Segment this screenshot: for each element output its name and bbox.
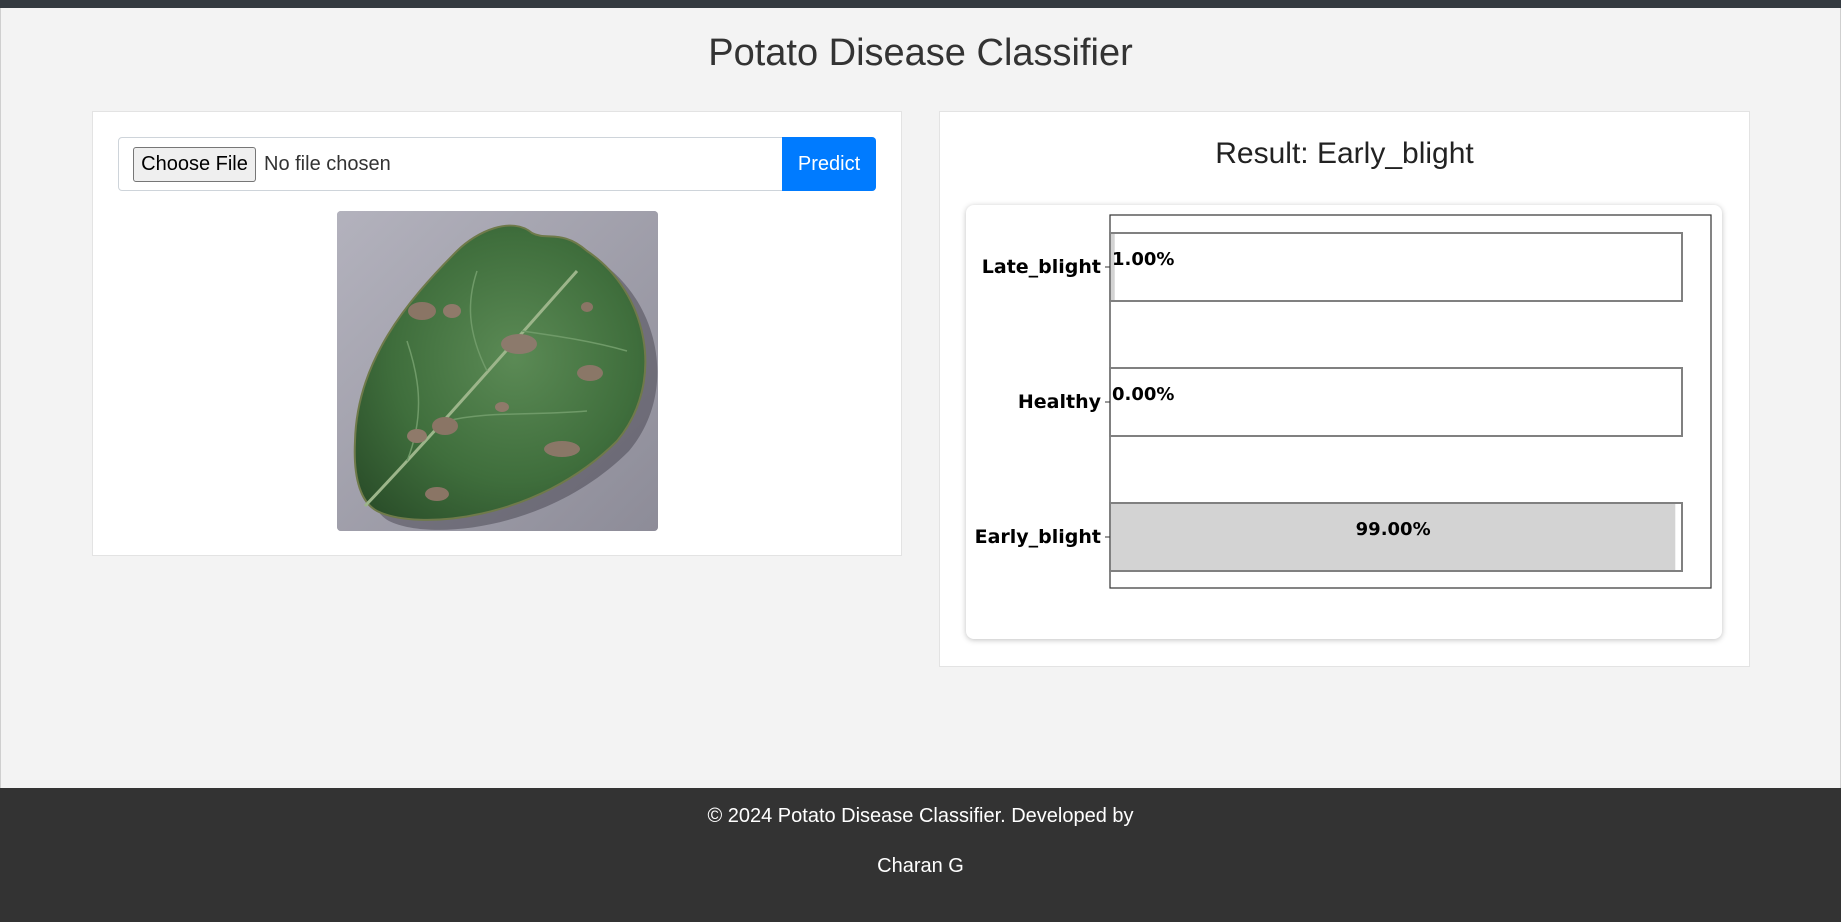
value-label-healthy: 0.00%: [1112, 384, 1174, 405]
leaf-preview-image: [337, 211, 658, 531]
value-label-early_blight: 99.00%: [1356, 519, 1431, 540]
footer-copyright: © 2024 Potato Disease Classifier. Develo…: [707, 805, 1134, 827]
frame-border-left: [0, 8, 1, 788]
y-tick-label-late_blight: Late_blight: [982, 256, 1101, 278]
y-tick-label-healthy: Healthy: [1018, 391, 1102, 413]
result-title: Result: Early_blight: [1215, 137, 1474, 170]
upload-card: Choose File No file chosen Predict: [92, 111, 902, 556]
predict-button[interactable]: Predict: [782, 137, 876, 191]
file-status-text: No file chosen: [264, 153, 391, 175]
probability-chart: Late_blight 1.00% Healthy 0.00% Early_blight…: [966, 205, 1722, 639]
file-input-group: Choose File No file chosen Predict: [118, 137, 876, 191]
bar-outline-healthy: [1109, 367, 1683, 437]
page-title: Potato Disease Classifier: [708, 32, 1133, 74]
result-card: Result: Early_blight Late_blight 1.00% Hea…: [939, 111, 1750, 667]
footer-developer: Charan G: [877, 855, 964, 877]
probability-chart-svg: Late_blight 1.00% Healthy 0.00% Early_blight…: [975, 214, 1712, 589]
y-tick-label-early_blight: Early_blight: [975, 526, 1101, 548]
bar-outline-late_blight: [1109, 232, 1683, 302]
value-label-late_blight: 1.00%: [1112, 249, 1174, 270]
top-bar: [0, 0, 1841, 8]
choose-file-button[interactable]: Choose File: [133, 147, 256, 182]
